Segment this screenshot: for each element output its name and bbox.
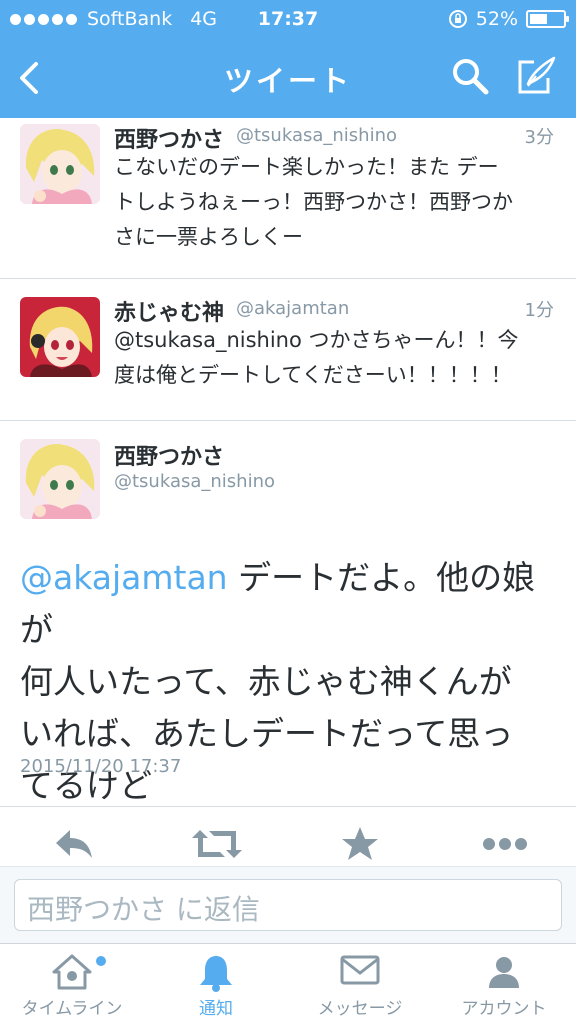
tweet-text-line: さに一票よろしくー (114, 225, 303, 249)
tab-notifications[interactable]: 通知 (144, 944, 288, 1024)
tweet-time: 1分 (524, 300, 554, 321)
avatar[interactable] (20, 439, 100, 519)
nav-bar: ツイート (0, 40, 576, 118)
main-tweet-date: 2015/11/20 17:37 (20, 756, 182, 777)
header: SoftBank 4G 17:37 52% ツイート (0, 0, 576, 118)
tweet-author-handle: @akajamtan (236, 298, 350, 319)
tweet-item[interactable]: 西野つかさ @tsukasa_nishino 3分 こないだのデート楽しかった！… (0, 118, 576, 279)
tweet-text-line: @tsukasa_nishino つかさちゃーん！！今 (114, 328, 519, 352)
tab-timeline[interactable]: タイムライン (0, 944, 144, 1024)
battery-icon (526, 10, 569, 28)
tweet-text-line: トしようねぇーっ！西野つかさ！西野つか (114, 190, 513, 214)
battery-percent: 52% (475, 8, 518, 30)
favorite-star-icon[interactable] (340, 826, 380, 862)
divider (0, 806, 576, 807)
main-tweet-text-line: いれば、あたしデートだって思っ (20, 714, 514, 753)
tweet-text: こないだのデート楽しかった！また デー トしようねぇーっ！西野つかさ！西野つか … (114, 150, 560, 255)
avatar-image (20, 297, 100, 377)
retweet-icon[interactable] (192, 826, 242, 862)
person-icon (489, 957, 519, 988)
tweet-author-handle: @tsukasa_nishino (236, 125, 398, 146)
main-tweet-author-name: 西野つかさ (114, 445, 225, 470)
rotation-lock-icon (448, 10, 467, 28)
tab-bar: タイムライン 通知 メッセージ アカウント (0, 943, 576, 1024)
home-icon (52, 954, 92, 990)
status-right: 52% (448, 8, 569, 30)
avatar-image (20, 439, 100, 519)
reply-icon[interactable] (52, 826, 96, 862)
bell-icon (200, 956, 232, 992)
reply-input[interactable]: 西野つかさ に返信 (14, 879, 562, 931)
tab-label: タイムライン (21, 999, 123, 1019)
tweet-text-line: こないだのデート楽しかった！また デー (114, 155, 499, 179)
tab-label: メッセージ (317, 999, 403, 1019)
compose-tweet-icon[interactable] (514, 54, 558, 98)
avatar-image (20, 124, 100, 204)
mention-link[interactable]: @akajamtan (20, 558, 228, 597)
main-tweet-text-line: 何人いたって、赤じゃむ神くんが (20, 662, 512, 701)
tweet-text-line: 度は俺とデートしてくださーい！！！！！ (114, 363, 512, 387)
status-bar: SoftBank 4G 17:37 52% (0, 0, 576, 40)
tweet-text: @tsukasa_nishino つかさちゃーん！！今 度は俺とデートしてくださ… (114, 323, 560, 393)
reply-bar: 西野つかさ に返信 (0, 866, 576, 943)
tweet-time: 3分 (524, 127, 554, 148)
search-icon[interactable] (450, 56, 490, 96)
tab-messages[interactable]: メッセージ (288, 944, 432, 1024)
avatar[interactable] (20, 297, 100, 377)
avatar[interactable] (20, 124, 100, 204)
tab-account[interactable]: アカウント (432, 944, 576, 1024)
main-tweet-author-handle: @tsukasa_nishino (114, 471, 276, 492)
more-options-icon[interactable] (482, 826, 528, 862)
envelope-icon (340, 955, 380, 985)
notification-dot (96, 956, 106, 966)
battery-level (530, 14, 547, 24)
tweet-item[interactable]: 赤じゃむ神 @akajamtan 1分 @tsukasa_nishino つかさ… (0, 279, 576, 420)
tab-label: 通知 (199, 999, 233, 1019)
tab-label: アカウント (461, 999, 547, 1019)
